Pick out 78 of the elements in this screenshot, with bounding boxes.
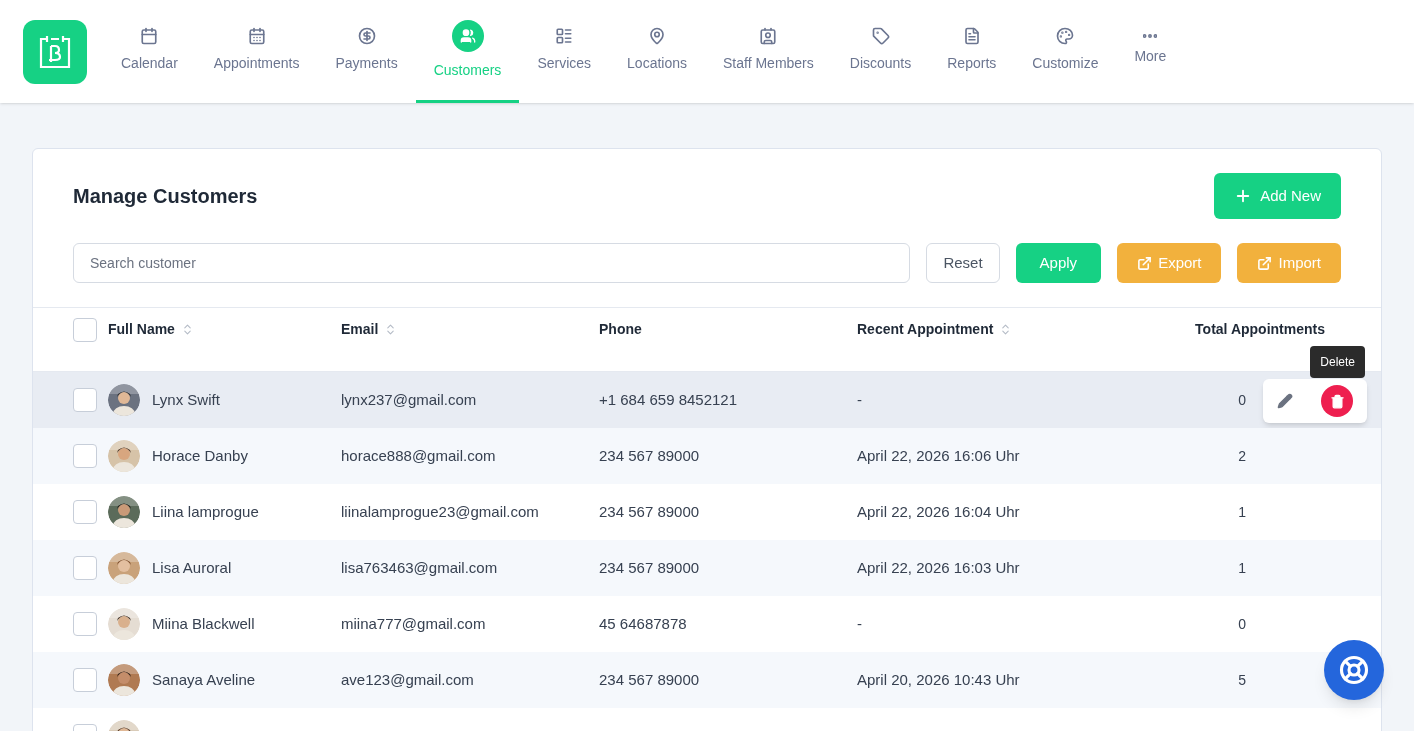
table-cell-text: 45 64687878 (599, 613, 687, 634)
column-header[interactable]: Email (341, 319, 398, 341)
column-header: Total Appointments (1195, 320, 1325, 340)
app-logo[interactable] (23, 19, 87, 84)
select-all-checkbox[interactable] (73, 317, 97, 342)
dollar-icon (357, 26, 376, 45)
document-icon (962, 26, 981, 45)
column-header[interactable]: Full Name (108, 319, 194, 341)
more-icon (1143, 33, 1158, 38)
table-row[interactable]: Horace Danby horace888@gmail.com 234 567 89000 April 22, 2026 16:06 Uhr 2 (33, 428, 1381, 484)
table-cell-text: horace888@gmail.com (341, 445, 496, 466)
table-cell-text: - (857, 389, 862, 410)
table-cell-text: lynx237@gmail.com (341, 389, 477, 410)
customer-name: Lynx Swift (152, 389, 220, 410)
table-cell-text: April 22, 2026 16:06 Uhr (857, 445, 1020, 466)
customer-name: Sanaya Aveline (152, 669, 256, 690)
calendar-logo-icon (38, 33, 72, 70)
table-row[interactable]: Sanaya Aveline ave123@gmail.com 234 567 89000 April 20, 2026 10:43 Uhr 5 (33, 652, 1381, 708)
customer-name: Miina Blackwell (152, 613, 255, 634)
external-link-icon (1257, 255, 1273, 271)
id-badge-icon (759, 26, 778, 45)
table-cell-text: 1 (1238, 558, 1246, 578)
external-link-icon (1137, 255, 1153, 271)
table-cell-text: 234 567 89000 (599, 557, 700, 578)
trash-icon (1329, 393, 1345, 409)
table-cell-text: April 20, 2026 10:43 Uhr (857, 669, 1020, 690)
calendar-icon (140, 26, 159, 45)
column-header[interactable]: Recent Appointment (857, 319, 1013, 341)
row-checkbox[interactable] (73, 668, 97, 692)
table-cell-text: 1 (1238, 502, 1246, 522)
tooltip: Delete (1310, 346, 1365, 378)
table-cell-text: 0 (1238, 614, 1246, 634)
toolbar-button[interactable]: Reset (926, 243, 1000, 283)
table-cell-text: lisa763463@gmail.com (341, 557, 498, 578)
table-cell-text: April 22, 2026 16:03 Uhr (857, 557, 1020, 578)
lifebuoy-icon (1339, 655, 1369, 685)
table-cell-text: 234 567 89000 (599, 445, 700, 466)
table-cell-text: - (857, 613, 862, 634)
palette-icon (1056, 26, 1075, 45)
customer-name: Horace Danby (152, 445, 248, 466)
nav-tab[interactable]: Payments (317, 0, 416, 103)
nav-tab[interactable]: Reports (929, 0, 1015, 103)
list-icon (555, 26, 574, 45)
table-cell-text: +1 684 659 8452121 (599, 389, 738, 410)
table-cell-text: 2 (1238, 446, 1246, 466)
table-cell-text: 234 567 89000 (599, 669, 700, 690)
table-cell-text: liinalamprogue23@gmail.com (341, 501, 539, 522)
row-checkbox[interactable] (73, 556, 97, 580)
nav-tab[interactable]: Discounts (831, 0, 930, 103)
table-cell-text: 234 567 89000 (599, 501, 700, 522)
edit-icon[interactable] (1277, 393, 1293, 409)
table-row[interactable]: Lisa Auroral lisa763463@gmail.com 234 567 89000 April 22, 2026 16:03 Uhr 1 (33, 540, 1381, 596)
customer-name: Lisa Auroral (152, 557, 232, 578)
users-icon (451, 19, 484, 52)
table-cell-text: 5 (1238, 670, 1246, 690)
column-header: Phone (599, 320, 642, 340)
table-cell-text: 0 (1238, 390, 1246, 410)
nav-tab[interactable]: More (1116, 0, 1185, 103)
delete-button[interactable] (1321, 385, 1353, 417)
nav-tab[interactable]: Calendar (103, 0, 196, 103)
panel-title: Manage Customers (73, 184, 258, 209)
table-cell-text: miina777@gmail.com (341, 613, 486, 634)
table-cell-text: ave123@gmail.com (341, 669, 474, 690)
tag-icon (871, 26, 890, 45)
customer-name: Liina lamprogue (152, 501, 259, 522)
table-cell-text: April 22, 2026 16:04 Uhr (857, 501, 1020, 522)
search-field[interactable]: Search customer (73, 243, 911, 283)
nav-tab[interactable]: Services (519, 0, 610, 103)
row-checkbox[interactable] (73, 500, 97, 524)
calendar-icon (247, 26, 266, 45)
nav-tab[interactable]: Appointments (195, 0, 318, 103)
map-pin-icon (648, 26, 667, 45)
nav-tab[interactable]: Locations (609, 0, 705, 103)
row-checkbox[interactable] (73, 612, 97, 636)
nav-tab[interactable]: Staff Members (705, 0, 832, 103)
row-checkbox[interactable] (73, 444, 97, 468)
nav-tab[interactable]: Customize (1014, 0, 1117, 103)
row-checkbox[interactable] (73, 388, 97, 412)
